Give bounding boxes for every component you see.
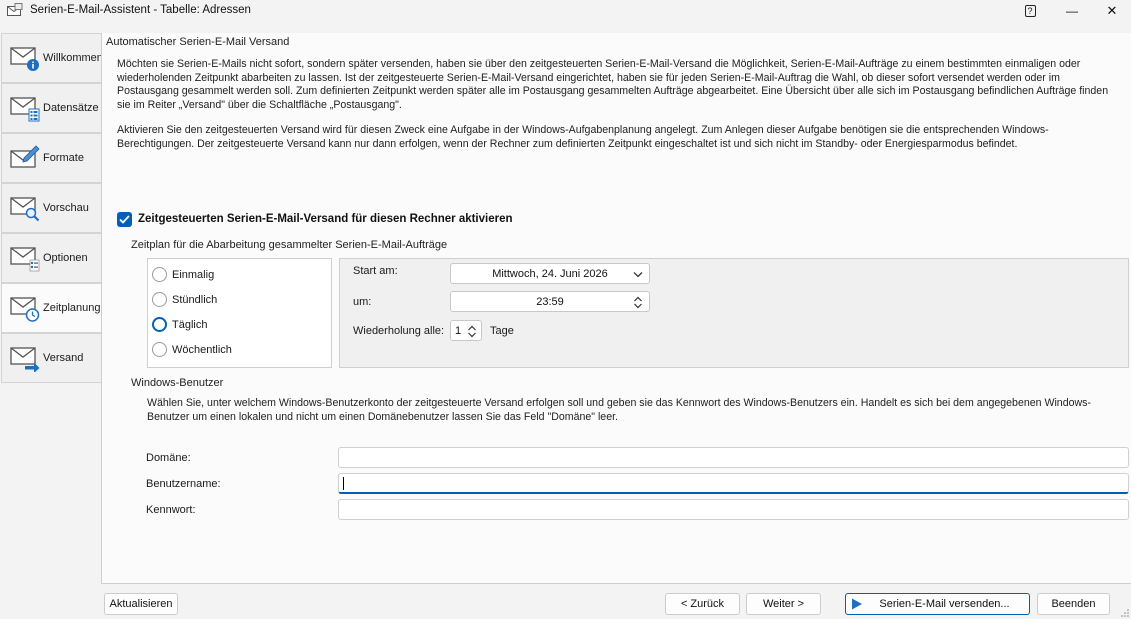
envelope-pen-icon <box>10 145 40 168</box>
radio-woechentlich[interactable] <box>152 342 167 357</box>
close-button[interactable]: ✕ <box>1092 0 1131 22</box>
close-icon: ✕ <box>1106 3 1118 18</box>
user-description: Wählen Sie, unter welchem Windows-Benutz… <box>147 397 1091 423</box>
envelope-clock-icon <box>10 297 40 322</box>
spinner-arrows-icon <box>468 325 476 338</box>
time-spinner[interactable]: 23:59 <box>450 291 650 312</box>
username-label: Benutzername: <box>146 478 221 490</box>
password-field[interactable] <box>338 499 1129 520</box>
repeat-value: 1 <box>455 324 462 337</box>
refresh-button[interactable]: Aktualisieren <box>104 593 178 615</box>
nav-label: Vorschau <box>43 202 89 214</box>
nav-item-versand[interactable]: Versand <box>1 333 101 383</box>
help-button[interactable]: ? <box>1010 0 1050 22</box>
back-button-label: < Zurück <box>680 598 725 610</box>
schedule-group-title: Zeitplan für die Abarbeitung gesammelter… <box>131 239 448 251</box>
nav-item-optionen[interactable]: Optionen <box>1 233 101 283</box>
play-icon <box>852 598 862 610</box>
envelope-send-icon <box>10 347 40 372</box>
window-title: Serien-E-Mail-Assistent - Tabelle: Adres… <box>30 4 251 16</box>
envelope-options-icon <box>10 247 40 272</box>
radio-stuendlich[interactable] <box>152 292 167 307</box>
checkmark-icon <box>119 215 130 224</box>
radio-label[interactable]: Stündlich <box>172 294 217 306</box>
nav-label: Versand <box>43 352 84 364</box>
nav-label: Formate <box>43 152 84 164</box>
radio-label[interactable]: Wöchentlich <box>172 344 232 356</box>
nav-item-formate[interactable]: Formate <box>1 133 101 183</box>
send-button-label: Serien-E-Mail versenden... <box>879 598 1010 610</box>
time-settings-panel: Start am: Mittwoch, 24. Juni 2026 um: 23… <box>339 258 1129 368</box>
radio-label[interactable]: Einmalig <box>172 269 214 281</box>
section-title: Automatischer Serien-E-Mail Versand <box>106 36 290 48</box>
domain-label: Domäne: <box>146 452 191 464</box>
sidebar-nav: Willkommen Datensätze Formate Vorschau O… <box>0 33 103 619</box>
start-date-picker[interactable]: Mittwoch, 24. Juni 2026 <box>450 263 650 284</box>
next-button-label: Weiter > <box>762 598 805 610</box>
nav-item-willkommen[interactable]: Willkommen <box>1 33 103 83</box>
domain-field[interactable] <box>338 447 1129 468</box>
start-date-label: Start am: <box>353 265 398 277</box>
repeat-label: Wiederholung alle: <box>353 325 445 337</box>
envelope-magnifier-icon <box>10 197 40 222</box>
permissions-paragraph: Aktivieren Sie den zeitgesteuerten Versa… <box>117 124 1049 150</box>
close-button-label: Beenden <box>1051 598 1096 610</box>
nav-label: Willkommen <box>43 52 103 64</box>
text-caret <box>343 477 344 490</box>
minimize-icon: — <box>1066 4 1078 18</box>
nav-label: Zeitplanung <box>43 302 101 314</box>
help-icon: ? <box>1024 5 1036 17</box>
repeat-unit: Tage <box>490 325 514 337</box>
nav-label: Datensätze <box>43 102 99 114</box>
nav-label: Optionen <box>43 252 88 264</box>
resize-grip-icon[interactable] <box>1121 609 1129 617</box>
close-wizard-button[interactable]: Beenden <box>1037 593 1110 615</box>
start-date-value: Mittwoch, 24. Juni 2026 <box>492 267 608 280</box>
nav-item-vorschau[interactable]: Vorschau <box>1 183 101 233</box>
radio-taeglich[interactable] <box>152 317 167 332</box>
radio-label[interactable]: Täglich <box>172 319 207 331</box>
envelope-records-icon <box>10 97 40 122</box>
nav-item-datensaetze[interactable]: Datensätze <box>1 83 101 133</box>
time-value: 23:59 <box>536 295 564 308</box>
app-icon <box>7 3 23 16</box>
radio-einmalig[interactable] <box>152 267 167 282</box>
username-field[interactable] <box>338 473 1129 494</box>
nav-item-zeitplanung[interactable]: Zeitplanung <box>1 283 101 333</box>
user-group-title: Windows-Benutzer <box>131 377 224 389</box>
intro-paragraph: Möchten sie Serien-E-Mails nicht sofort,… <box>117 58 1109 111</box>
time-label: um: <box>353 296 372 308</box>
spinner-arrows-icon <box>634 296 642 309</box>
title-bar: Serien-E-Mail-Assistent - Tabelle: Adres… <box>0 0 1131 22</box>
interval-radio-group: Einmalig Stündlich Täglich Wöchentlich <box>147 258 332 368</box>
chevron-down-icon <box>633 272 643 278</box>
next-button[interactable]: Weiter > <box>746 593 821 615</box>
enable-schedule-checkbox[interactable] <box>117 212 132 227</box>
repeat-spinner[interactable]: 1 <box>450 320 482 341</box>
back-button[interactable]: < Zurück <box>665 593 740 615</box>
refresh-button-label: Aktualisieren <box>109 598 173 610</box>
envelope-info-icon <box>10 47 39 71</box>
send-button[interactable]: Serien-E-Mail versenden... <box>845 593 1030 615</box>
enable-schedule-label[interactable]: Zeitgesteuerten Serien-E-Mail-Versand fü… <box>138 213 513 225</box>
password-label: Kennwort: <box>146 504 196 516</box>
minimize-button[interactable]: — <box>1052 0 1092 22</box>
